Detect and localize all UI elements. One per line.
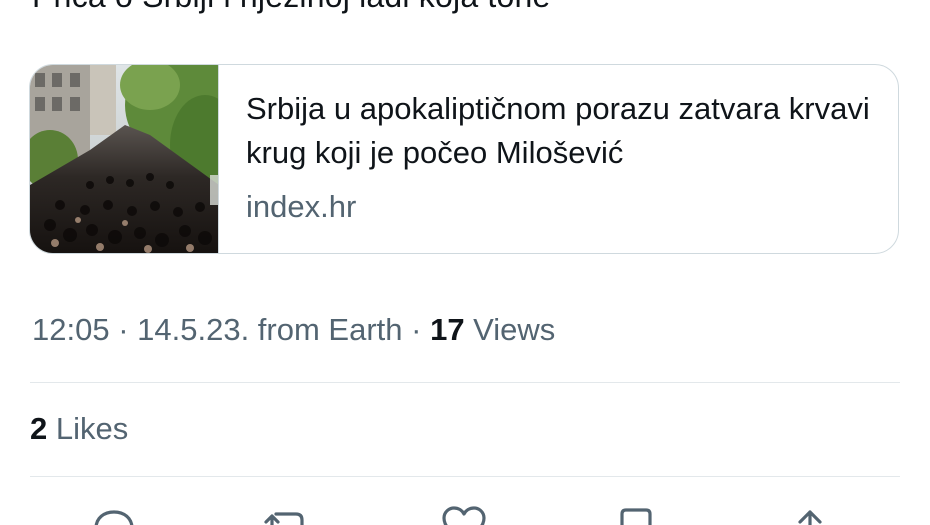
retweet-icon bbox=[264, 512, 304, 525]
tweet-text: Priča o Srbiji i njezinoj lađi koja tone bbox=[32, 0, 550, 15]
divider bbox=[30, 382, 900, 383]
views-label: Views bbox=[464, 312, 556, 347]
share-icon bbox=[798, 510, 822, 525]
like-icon bbox=[442, 506, 486, 525]
retweet-button[interactable] bbox=[262, 506, 310, 525]
bookmark-button[interactable] bbox=[612, 506, 660, 525]
share-button[interactable] bbox=[786, 506, 834, 525]
link-preview-text: Srbija u apokaliptičnom porazu zatvara k… bbox=[246, 87, 878, 225]
tweet-detail: Priča o Srbiji i njezinoj lađi koja tone bbox=[0, 0, 930, 525]
tweet-date[interactable]: 14.5.23. bbox=[137, 312, 249, 347]
link-preview-domain: index.hr bbox=[246, 189, 357, 224]
reply-icon bbox=[94, 510, 134, 525]
action-bar bbox=[0, 500, 930, 525]
likes-label: Likes bbox=[47, 411, 129, 446]
link-preview-title: Srbija u apokaliptičnom porazu zatvara k… bbox=[246, 91, 870, 170]
tweet-time[interactable]: 12:05 bbox=[32, 312, 110, 347]
tweet-source: from Earth bbox=[249, 312, 403, 347]
likes-count: 2 bbox=[30, 411, 48, 446]
bookmark-icon bbox=[620, 508, 652, 525]
tweet-meta: 12:05 · 14.5.23. from Earth · 17 Views bbox=[32, 312, 555, 348]
like-button[interactable] bbox=[440, 506, 488, 525]
likes-link[interactable]: 2 Likes bbox=[30, 411, 128, 447]
meta-separator: · bbox=[109, 312, 138, 347]
reply-button[interactable] bbox=[90, 506, 138, 525]
meta-separator: · bbox=[402, 312, 431, 347]
views-count: 17 bbox=[430, 312, 465, 347]
link-preview-card[interactable]: Srbija u apokaliptičnom porazu zatvara k… bbox=[29, 64, 899, 254]
divider bbox=[30, 476, 900, 477]
link-preview-image bbox=[30, 65, 219, 253]
